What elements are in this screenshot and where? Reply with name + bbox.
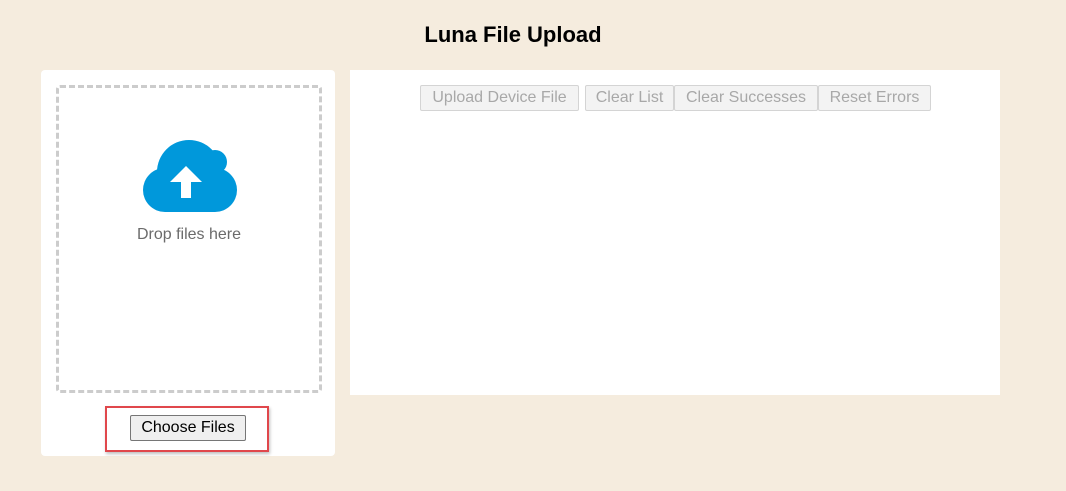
drop-files-label: Drop files here	[136, 226, 242, 243]
drop-zone[interactable]: Drop files here	[56, 85, 322, 393]
file-list-panel: Upload Device File Clear List Clear Succ…	[350, 70, 1000, 395]
choose-files-button[interactable]: Choose Files	[130, 415, 246, 441]
reset-errors-button[interactable]: Reset Errors	[818, 85, 931, 111]
clear-successes-button[interactable]: Clear Successes	[674, 85, 818, 111]
clear-list-button[interactable]: Clear List	[585, 85, 674, 111]
choose-files-highlight: Choose Files	[105, 406, 269, 452]
page-title: Luna File Upload	[424, 22, 602, 47]
upload-panel: Drop files here Choose Files	[41, 70, 335, 456]
cloud-upload-icon	[143, 140, 237, 212]
upload-device-file-button[interactable]: Upload Device File	[420, 85, 579, 111]
